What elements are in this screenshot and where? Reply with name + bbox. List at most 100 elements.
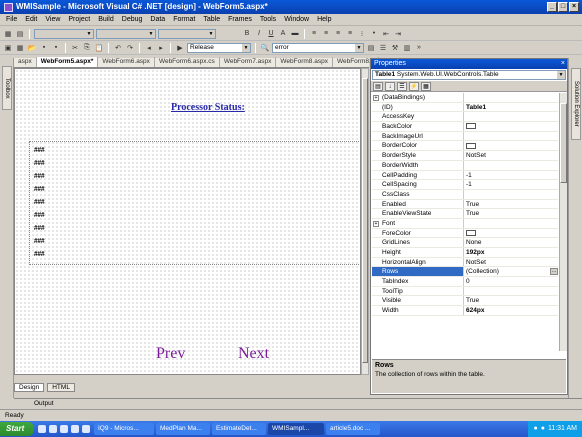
- add-item-icon[interactable]: ▦: [15, 43, 25, 53]
- property-row[interactable]: BackColor: [372, 122, 558, 132]
- property-row[interactable]: ToolTip: [372, 286, 558, 297]
- italic-icon[interactable]: I: [254, 29, 264, 39]
- find-combo[interactable]: error ▼: [272, 42, 364, 53]
- property-value[interactable]: [464, 190, 558, 199]
- property-value[interactable]: [464, 229, 558, 238]
- property-value[interactable]: -1: [464, 180, 558, 189]
- property-row[interactable]: BorderStyle NotSet: [372, 151, 558, 161]
- property-row[interactable]: ForeColor: [372, 228, 558, 239]
- menu-frames[interactable]: Frames: [224, 16, 256, 23]
- property-row[interactable]: BorderColor: [372, 141, 558, 152]
- copy-icon[interactable]: ⎘: [82, 43, 92, 53]
- quick-launch-icon[interactable]: [38, 425, 46, 433]
- property-value[interactable]: True: [464, 209, 558, 218]
- align-right-icon[interactable]: ≡: [333, 29, 343, 39]
- output-tab[interactable]: Output: [14, 398, 582, 408]
- processor-status-label[interactable]: Processor Status:: [171, 102, 245, 113]
- property-value[interactable]: True: [464, 296, 558, 305]
- object-selector[interactable]: Table1 System.Web.UI.WebControls.Table ▼: [372, 70, 566, 80]
- property-row[interactable]: AccessKey: [372, 112, 558, 123]
- font-name-combo[interactable]: ▼: [96, 28, 156, 39]
- table1-control[interactable]: [29, 141, 360, 265]
- redo-icon[interactable]: ↷: [125, 43, 135, 53]
- solution-config-combo[interactable]: Release ▼: [187, 42, 251, 53]
- taskbar-item[interactable]: EstimateDet...: [212, 423, 266, 435]
- property-row[interactable]: HorizontalAlign NotSet: [372, 257, 558, 268]
- alphabetical-icon[interactable]: ↓: [385, 81, 395, 91]
- menu-data[interactable]: Data: [146, 16, 169, 23]
- tab-html[interactable]: HTML: [47, 383, 75, 392]
- open-icon[interactable]: 📂: [27, 43, 37, 53]
- property-value[interactable]: NotSet: [464, 258, 558, 267]
- property-pages-icon[interactable]: ▦: [421, 81, 431, 91]
- property-value[interactable]: [464, 112, 558, 121]
- font-size-combo[interactable]: ▼: [158, 28, 216, 39]
- tray-icon[interactable]: ●: [541, 421, 545, 437]
- categorized-icon[interactable]: ▤: [373, 81, 383, 91]
- taskbar-item[interactable]: MedPlan Ma...: [156, 423, 210, 435]
- tab-webform5[interactable]: WebForm5.aspx*: [36, 57, 99, 67]
- numbered-list-icon[interactable]: ⁝: [357, 29, 367, 39]
- indent-icon[interactable]: ⇥: [393, 29, 403, 39]
- bold-icon[interactable]: B: [242, 29, 252, 39]
- tab-webform6-cs[interactable]: WebForm6.aspx.cs: [155, 57, 220, 67]
- toolbox-tab[interactable]: Toolbox: [2, 66, 12, 110]
- nav-back-icon[interactable]: ◂: [144, 43, 154, 53]
- justify-icon[interactable]: ≡: [345, 29, 355, 39]
- property-value[interactable]: [464, 219, 558, 228]
- nav-forward-icon[interactable]: ▸: [156, 43, 166, 53]
- properties-window-icon[interactable]: ☰: [378, 43, 388, 53]
- property-value[interactable]: [464, 122, 558, 131]
- property-value[interactable]: None: [464, 238, 558, 247]
- paste-icon[interactable]: 📋: [94, 43, 104, 53]
- taskbar-item[interactable]: IQ9 - Micros...: [94, 423, 154, 435]
- tab-aspx[interactable]: aspx: [14, 57, 37, 67]
- design-surface[interactable]: Processor Status: ### ### ### ### ### ##…: [14, 68, 361, 375]
- property-value[interactable]: 624px: [464, 306, 558, 315]
- property-row[interactable]: GridLines None: [372, 238, 558, 248]
- next-link[interactable]: Next: [238, 345, 269, 363]
- property-value[interactable]: NotSet: [464, 151, 558, 160]
- menu-window[interactable]: Window: [280, 16, 313, 23]
- find-icon[interactable]: 🔍: [260, 43, 270, 53]
- save-icon[interactable]: ▪: [39, 43, 49, 53]
- property-row[interactable]: (ID) Table1: [372, 102, 558, 113]
- menu-edit[interactable]: Edit: [21, 16, 41, 23]
- property-row[interactable]: Height 192px: [372, 248, 558, 258]
- menu-help[interactable]: Help: [313, 16, 335, 23]
- new-project-icon[interactable]: ▣: [3, 43, 13, 53]
- properties-icon[interactable]: ☰: [397, 81, 407, 91]
- font-color-icon[interactable]: A: [278, 29, 288, 39]
- tab-webform7[interactable]: WebForm7.aspx: [220, 57, 277, 67]
- highlight-icon[interactable]: ▬: [290, 29, 300, 39]
- start-debug-icon[interactable]: ▶: [175, 43, 185, 53]
- property-row[interactable]: + (DataBindings): [372, 93, 558, 103]
- menu-debug[interactable]: Debug: [118, 16, 147, 23]
- properties-scrollbar[interactable]: [559, 93, 567, 351]
- property-value[interactable]: [464, 93, 558, 102]
- expand-icon[interactable]: +: [373, 220, 379, 227]
- expand-icon[interactable]: +: [373, 95, 379, 101]
- property-row[interactable]: BorderWidth: [372, 160, 558, 171]
- menu-project[interactable]: Project: [64, 16, 94, 23]
- property-row[interactable]: Visible True: [372, 296, 558, 307]
- grid-icon[interactable]: ▦: [3, 29, 13, 39]
- property-value[interactable]: 192px: [464, 248, 558, 257]
- align-left-icon[interactable]: ≡: [309, 29, 319, 39]
- events-icon[interactable]: ⚡: [409, 81, 419, 91]
- property-value[interactable]: [464, 141, 558, 150]
- property-value[interactable]: [464, 287, 558, 296]
- close-button[interactable]: ×: [569, 2, 579, 12]
- layout-icon[interactable]: ▤: [15, 29, 25, 39]
- property-row[interactable]: + Font: [372, 218, 558, 229]
- quick-launch-icon[interactable]: [71, 425, 79, 433]
- minimize-button[interactable]: _: [547, 2, 557, 12]
- property-row[interactable]: CssClass: [372, 189, 558, 200]
- outdent-icon[interactable]: ⇤: [381, 29, 391, 39]
- property-row[interactable]: EnableViewState True: [372, 209, 558, 219]
- property-value[interactable]: -1: [464, 171, 558, 180]
- toolbox-icon[interactable]: ⚒: [390, 43, 400, 53]
- quick-launch-icon[interactable]: [82, 425, 90, 433]
- menu-view[interactable]: View: [41, 16, 64, 23]
- taskbar-item[interactable]: article5.doc ...: [326, 423, 380, 435]
